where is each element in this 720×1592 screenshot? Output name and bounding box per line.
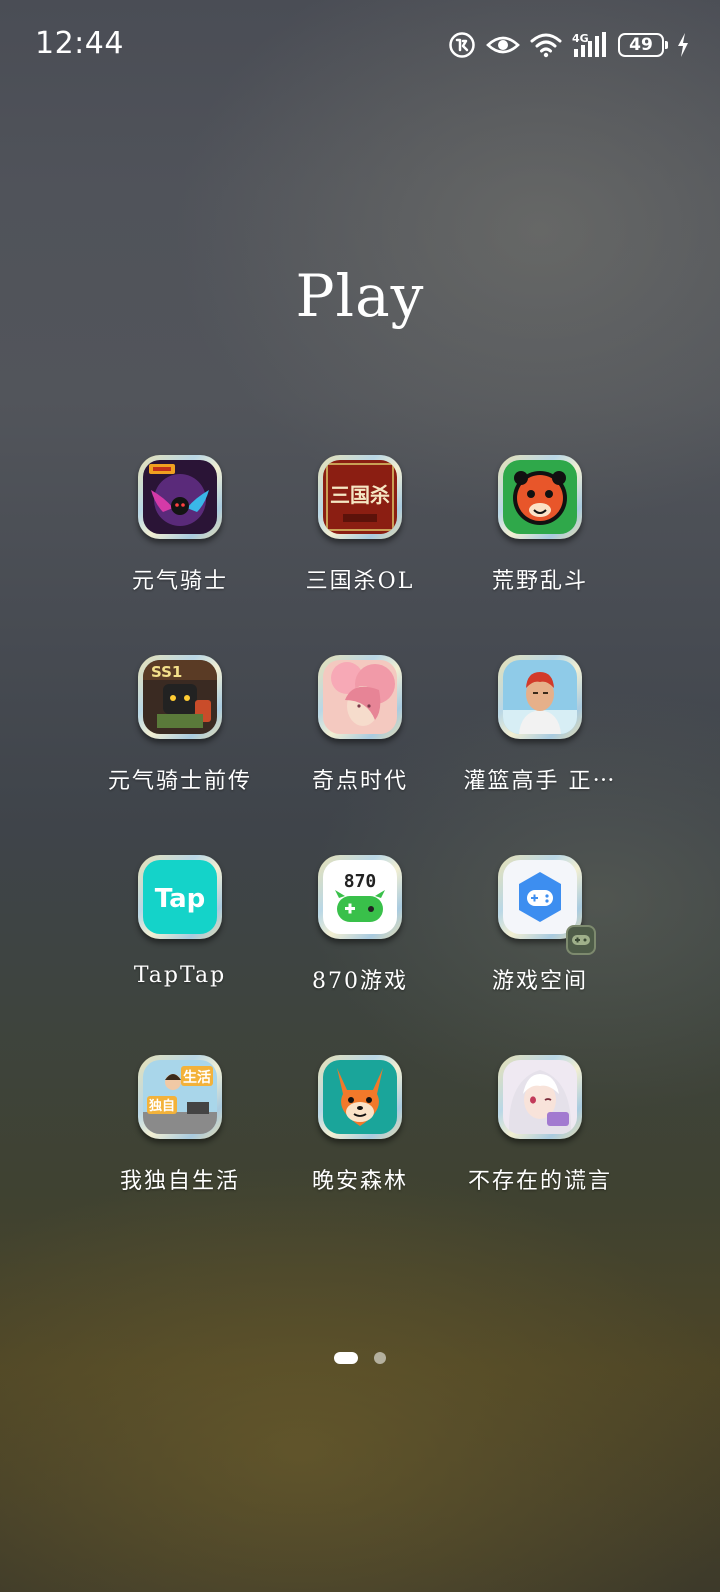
slam-dunk-icon [503, 660, 577, 734]
taptap-icon: Tap [143, 860, 217, 934]
app-icon-frame[interactable] [318, 655, 402, 739]
charging-icon [676, 32, 690, 58]
living-alone-icon: 生活 独自 [143, 1060, 217, 1134]
app-label: 晚安森林 [311, 1169, 408, 1194]
folder-title[interactable]: Play [0, 262, 720, 330]
app-taptap[interactable]: Tap TapTap [90, 855, 270, 1055]
app-icon-frame[interactable] [318, 1055, 402, 1139]
app-label: 元气骑士 [131, 569, 228, 594]
soul-knight-icon [143, 460, 217, 534]
app-icon-frame[interactable] [498, 455, 582, 539]
network-label: 4G [572, 32, 589, 45]
app-icon-frame[interactable] [498, 855, 596, 955]
living-alone-logo-top: 生活 [183, 1069, 211, 1086]
app-label: 我独自生活 [119, 1169, 240, 1194]
app-label: 元气骑士前传 [107, 769, 252, 794]
app-icon-frame[interactable] [498, 1055, 582, 1139]
app-slam-dunk[interactable]: 灌篮高手 正⋯ [450, 655, 630, 855]
cellular-4g-icon: 4G [572, 31, 608, 59]
app-icon-frame[interactable] [498, 655, 582, 739]
status-bar: 12:44 4G 49 [0, 0, 720, 90]
app-870-games[interactable]: 870 870游戏 [270, 855, 450, 1055]
app-label: 870游戏 [312, 969, 408, 994]
app-label: 游戏空间 [491, 969, 588, 994]
app-label: 荒野乱斗 [491, 569, 588, 594]
app-label: 灌篮高手 正⋯ [463, 769, 617, 794]
living-alone-logo-bottom: 独自 [149, 1098, 175, 1114]
app-nonexistent-lie[interactable]: 不存在的谎言 [450, 1055, 630, 1255]
sanguosha-icon: 三国杀 [323, 460, 397, 534]
brawl-stars-icon [503, 460, 577, 534]
nonexistent-lie-icon [503, 1060, 577, 1134]
app-icon-frame[interactable]: 870 [318, 855, 402, 939]
app-grid: 元气骑士 三国杀 三国杀OL 荒野乱斗 SS1 元气骑士前传 奇点时代 灌篮高手… [90, 455, 630, 1255]
app-label: 三国杀OL [305, 569, 415, 594]
game-space-icon [503, 860, 577, 934]
app-sanguosha[interactable]: 三国杀 三国杀OL [270, 455, 450, 655]
goodnight-forest-icon [323, 1060, 397, 1134]
singularity-era-icon [323, 660, 397, 734]
app-icon-frame[interactable]: 三国杀 [318, 455, 402, 539]
wifi-icon [530, 32, 562, 58]
game-controller-badge-icon [566, 925, 596, 955]
870-games-icon: 870 [323, 860, 397, 934]
app-goodnight-forest[interactable]: 晚安森林 [270, 1055, 450, 1255]
page-indicator [0, 1352, 720, 1364]
app-game-space[interactable]: 游戏空间 [450, 855, 630, 1055]
taptap-logo-text: Tap [155, 884, 206, 914]
prequel-logo-text: SS1 [151, 663, 182, 681]
app-notification-icon [448, 31, 476, 59]
app-label: 奇点时代 [311, 769, 408, 794]
app-soul-knight-prequel[interactable]: SS1 元气骑士前传 [90, 655, 270, 855]
app-icon-frame[interactable] [138, 455, 222, 539]
eye-comfort-icon [486, 33, 520, 57]
app-brawl-stars[interactable]: 荒野乱斗 [450, 455, 630, 655]
status-time: 12:44 [35, 26, 124, 61]
g870-logo-text: 870 [344, 871, 377, 892]
app-icon-frame[interactable]: Tap [138, 855, 222, 939]
app-icon-frame[interactable]: SS1 [138, 655, 222, 739]
soul-knight-prequel-icon: SS1 [143, 660, 217, 734]
app-soul-knight[interactable]: 元气骑士 [90, 455, 270, 655]
sanguosha-logo-text: 三国杀 [330, 483, 390, 507]
battery-icon: 49 [618, 33, 668, 57]
page-dot[interactable] [374, 1352, 386, 1364]
app-label: 不存在的谎言 [467, 1169, 612, 1194]
app-icon-frame[interactable]: 生活 独自 [138, 1055, 222, 1139]
page-dot-active[interactable] [334, 1352, 358, 1364]
status-icons: 4G 49 [448, 28, 690, 62]
app-singularity-era[interactable]: 奇点时代 [270, 655, 450, 855]
app-living-alone[interactable]: 生活 独自 我独自生活 [90, 1055, 270, 1255]
app-label: TapTap [133, 963, 227, 988]
battery-level: 49 [629, 35, 653, 55]
